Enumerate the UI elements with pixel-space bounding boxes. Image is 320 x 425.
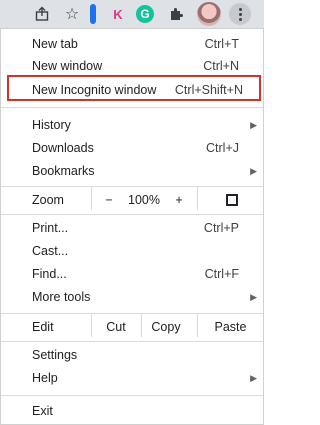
menu-item-label: Help: [32, 371, 58, 385]
menu-item-label: Bookmarks: [32, 164, 95, 178]
zoom-level: 100%: [128, 193, 160, 207]
menu-item-exit[interactable]: Exit: [1, 400, 263, 422]
menu-item-label: History: [32, 118, 71, 132]
star-icon[interactable]: ☆: [62, 4, 82, 24]
menu-item-new-tab[interactable]: New tab Ctrl+T: [1, 33, 263, 55]
fullscreen-icon[interactable]: [226, 194, 238, 206]
zoom-row: Zoom − 100% +: [1, 186, 263, 211]
extension-k-icon[interactable]: K: [108, 4, 128, 24]
submenu-arrow-icon: ▶: [250, 120, 257, 130]
shortcut-label: Ctrl+N: [203, 59, 239, 73]
edit-label: Edit: [32, 320, 54, 334]
paste-button[interactable]: Paste: [198, 316, 263, 338]
menu-separator: [1, 395, 263, 396]
menu-item-settings[interactable]: Settings: [1, 344, 263, 366]
copy-button[interactable]: Copy: [142, 316, 190, 338]
menu-separator: [1, 214, 263, 215]
menu-item-label: Cast...: [32, 244, 69, 258]
menu-item-cast[interactable]: Cast...: [1, 240, 263, 262]
zoom-in-button[interactable]: +: [167, 189, 191, 211]
menu-item-label: More tools: [32, 290, 91, 304]
zoom-label: Zoom: [32, 193, 64, 207]
zoom-divider: [197, 186, 198, 210]
menu-separator: [1, 341, 263, 342]
menu-separator: [1, 107, 263, 108]
shortcut-label: Ctrl+P: [203, 221, 239, 235]
incognito-highlight-box: [7, 75, 261, 101]
menu-item-label: Downloads: [32, 141, 94, 155]
shortcut-label: Ctrl+J: [206, 141, 239, 155]
menu-item-downloads[interactable]: Downloads Ctrl+J: [1, 137, 263, 159]
grammarly-extension-icon[interactable]: G: [136, 5, 154, 23]
menu-item-find[interactable]: Find... Ctrl+F: [1, 263, 263, 285]
menu-item-label: New window: [32, 59, 103, 73]
toolbar-divider: [90, 4, 96, 24]
menu-item-history[interactable]: History ▶: [1, 114, 263, 136]
menu-item-bookmarks[interactable]: Bookmarks ▶: [1, 160, 263, 182]
avatar[interactable]: [197, 2, 221, 26]
chrome-main-menu: New tab Ctrl+T New window Ctrl+N New Inc…: [0, 28, 264, 425]
menu-item-label: Exit: [32, 404, 53, 418]
submenu-arrow-icon: ▶: [250, 166, 257, 176]
menu-item-print[interactable]: Print... Ctrl+P: [1, 217, 263, 239]
share-icon[interactable]: [32, 4, 52, 24]
menu-item-label: Settings: [32, 348, 78, 362]
zoom-divider: [91, 186, 92, 210]
menu-item-label: New tab: [32, 37, 78, 51]
menu-separator: [1, 186, 263, 187]
zoom-out-button[interactable]: −: [97, 189, 121, 211]
menu-item-help[interactable]: Help ▶: [1, 367, 263, 389]
menu-separator: [1, 313, 263, 314]
puzzle-icon[interactable]: [166, 4, 186, 24]
cut-button[interactable]: Cut: [92, 316, 140, 338]
shortcut-label: Ctrl+T: [204, 37, 239, 51]
menu-item-label: Print...: [32, 221, 69, 235]
menu-item-new-window[interactable]: New window Ctrl+N: [1, 55, 263, 77]
browser-toolbar: ☆ K G: [0, 0, 264, 28]
edit-row: Edit Cut Copy Paste: [1, 313, 263, 338]
menu-item-label: Find...: [32, 267, 67, 281]
shortcut-label: Ctrl+F: [204, 267, 239, 281]
menu-item-more-tools[interactable]: More tools ▶: [1, 286, 263, 308]
submenu-arrow-icon: ▶: [250, 292, 257, 302]
kebab-menu-icon[interactable]: [229, 3, 251, 25]
submenu-arrow-icon: ▶: [250, 373, 257, 383]
